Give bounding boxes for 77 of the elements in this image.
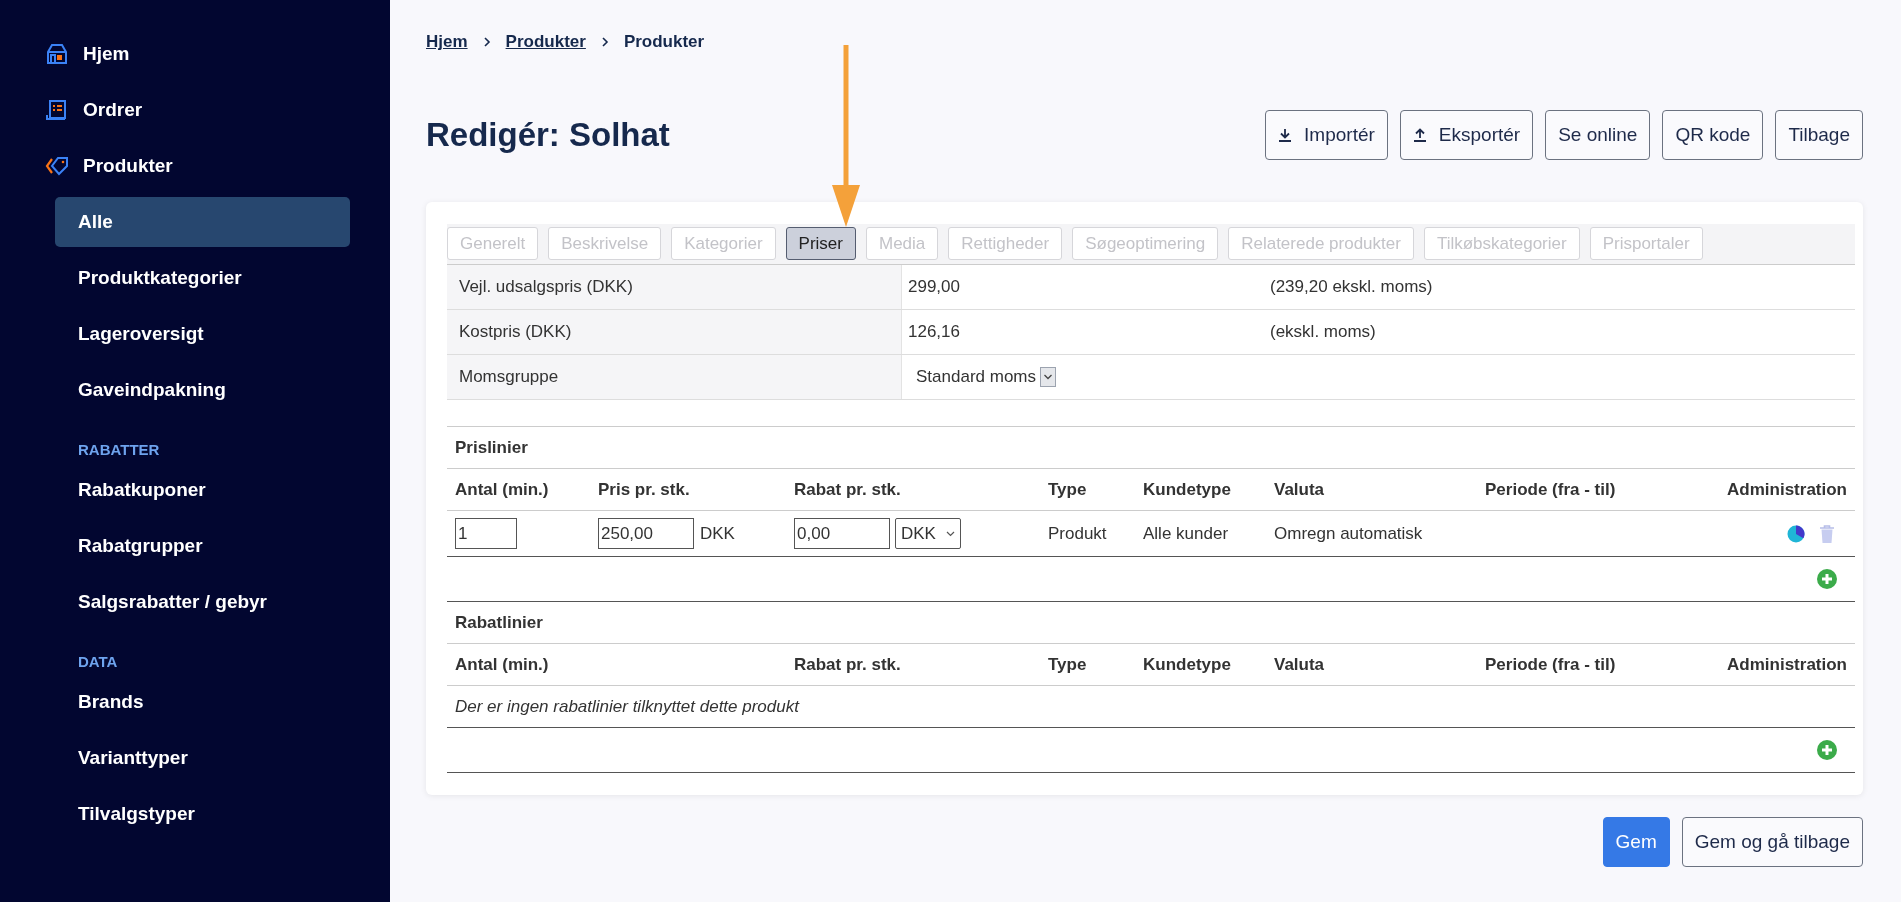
field-label: Vejl. udsalgspris (DKK) [447,265,902,309]
section-title: Rabatlinier [447,602,1855,644]
column-header: Type [1047,654,1088,675]
nav-section-heading: DATA [77,652,119,672]
breadcrumb-current: Produkter [623,32,705,52]
column-header: Periode (fra - til) [1484,479,1617,500]
currency-cell: Omregn automatisk [1274,523,1423,544]
plus-icon [1817,740,1837,760]
page-title: Redigér: Solhat [426,116,670,154]
nav-item[interactable]: Varianttyper [55,733,350,783]
column-header: Administration [1726,654,1848,675]
column-header: Rabat pr. stk. [793,479,902,500]
nav-item[interactable]: Hjem [45,26,350,82]
field-value: 299,00 [908,277,960,297]
field-label: Momsgruppe [447,355,902,399]
price-input[interactable]: 250,00 [598,518,694,549]
type-cell: Produkt [1048,523,1107,544]
breadcrumb-link[interactable]: Hjem [426,32,468,52]
nav-item[interactable]: Rabatgrupper [55,521,350,571]
download-icon [1278,128,1293,142]
nav-item[interactable]: Lageroversigt [55,309,350,359]
column-header: Rabat pr. stk. [793,654,902,675]
add-button[interactable] [1817,569,1837,589]
chevron-down-icon [945,530,955,537]
column-header: Kundetype [1142,654,1232,675]
column-header: Kundetype [1142,479,1232,500]
field-value: 126,16 [908,322,960,342]
save-and-back-button[interactable]: Gem og gå tilbage [1681,817,1863,867]
delete-button[interactable] [1819,524,1835,543]
currency-label: DKK [700,523,735,544]
header-button[interactable]: Se online [1545,110,1651,160]
nav-item[interactable]: Produktkategorier [55,253,350,303]
pie-chart-icon [1787,524,1805,543]
nav-item[interactable]: Alle [55,197,350,247]
field-label: Kostpris (DKK) [447,310,902,354]
column-header: Pris pr. stk. [597,479,691,500]
nav-item[interactable]: Salgsrabatter / gebyr [55,577,350,627]
discount-input[interactable]: 0,00 [794,518,890,549]
vat-group-select[interactable]: Standard moms [916,367,1056,387]
header-button[interactable]: Tilbage [1775,110,1863,160]
customer-type-cell: Alle kunder [1143,523,1229,544]
column-header: Valuta [1273,654,1326,675]
column-header: Type [1047,479,1088,500]
tab[interactable]: Priser [785,227,856,260]
nav-item[interactable]: Produkter [45,138,350,194]
plus-icon [1817,569,1837,589]
nav-item[interactable]: Rabatkuponer [55,465,350,515]
pricing-button[interactable] [1787,524,1805,543]
column-header: Valuta [1273,479,1326,500]
header-button[interactable]: Eksportér [1399,110,1534,160]
nav-item[interactable]: Ordrer [45,82,350,138]
column-header: Periode (fra - til) [1484,654,1617,675]
currency-select[interactable]: DKK [895,518,961,549]
column-header: Administration [1726,479,1848,500]
trash-icon [1819,524,1835,543]
field-note: (ekskl. moms) [1270,322,1376,342]
chevron-right-icon [599,36,610,48]
section-title: Prislinier [447,427,1855,469]
add-button[interactable] [1817,740,1837,760]
nav-section-heading: RABATTER [77,440,161,460]
quantity-input[interactable]: 1 [455,518,517,549]
upload-icon [1412,128,1427,142]
nav-item[interactable]: Gaveindpakning [55,365,350,415]
breadcrumb-link[interactable]: Produkter [505,32,586,52]
nav-item[interactable]: Brands [55,677,350,727]
save-button[interactable]: Gem [1602,817,1670,867]
column-header: Antal (min.) [454,479,550,500]
header-button[interactable]: QR kode [1662,110,1764,160]
column-header: Antal (min.) [454,654,550,675]
field-note: (239,20 ekskl. moms) [1270,277,1433,297]
header-button[interactable]: Importér [1265,110,1388,160]
receipt-icon [45,98,69,122]
house-icon [45,42,69,66]
empty-message: Der er ingen rabatlinier tilknyttet dette produkt [455,696,799,717]
chevron-right-icon [481,36,492,48]
tag-icon [45,154,69,178]
nav-item[interactable]: Tilvalgstyper [55,789,350,839]
